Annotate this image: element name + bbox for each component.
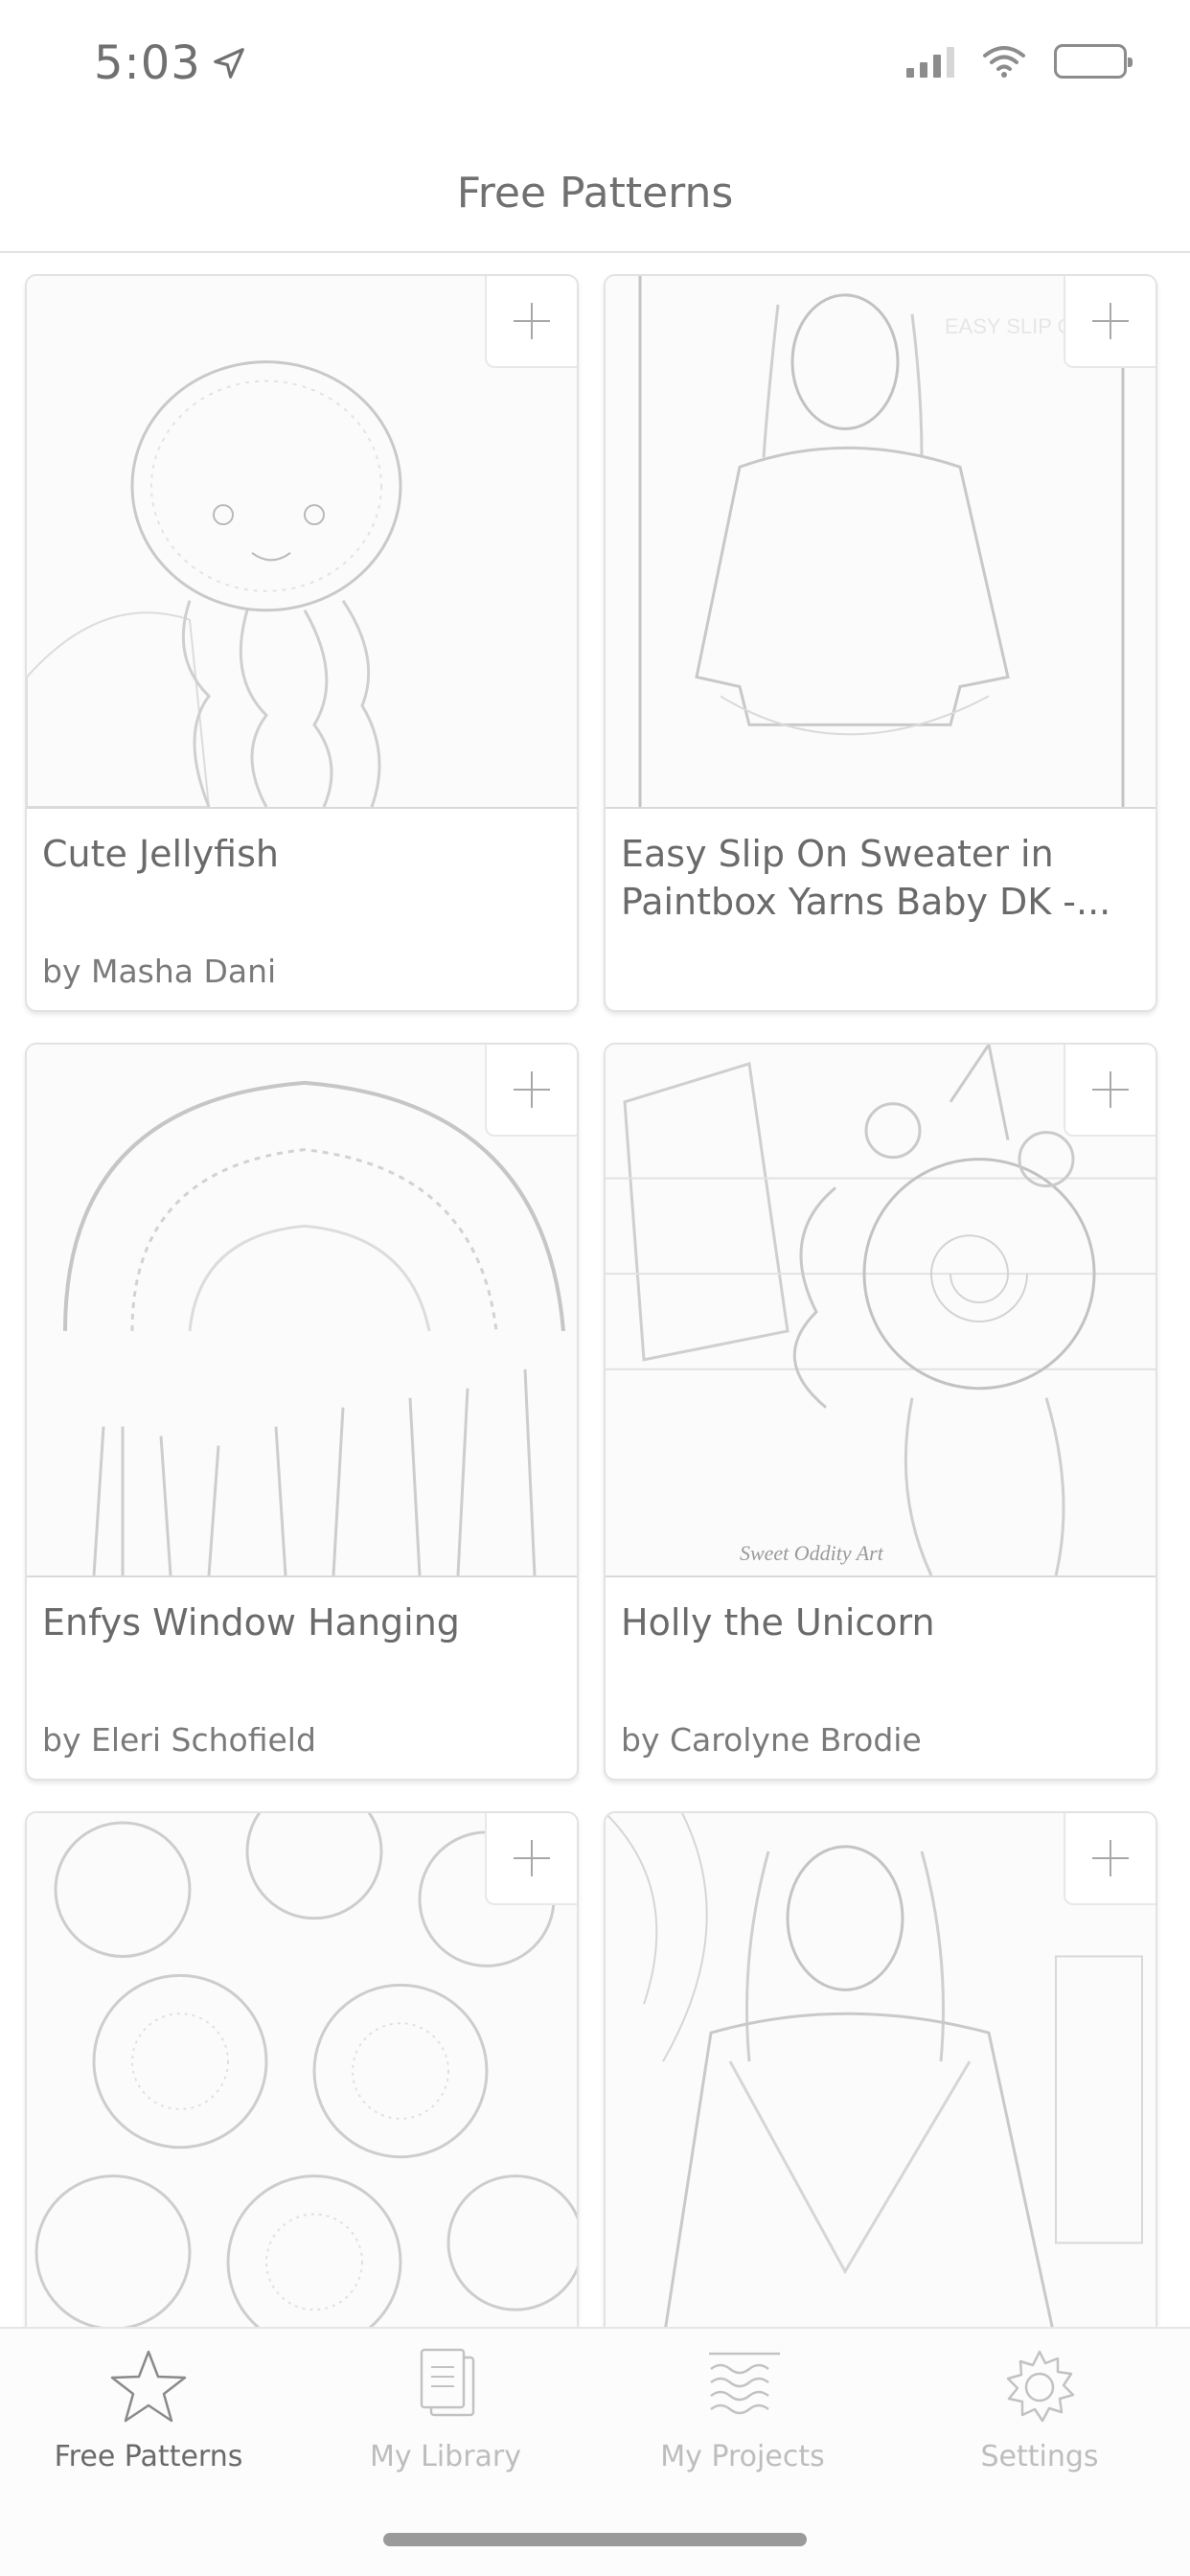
plus-icon bbox=[514, 303, 550, 339]
wifi-icon bbox=[983, 46, 1025, 78]
plus-icon bbox=[1092, 1840, 1129, 1876]
tab-label: Settings bbox=[980, 2440, 1099, 2473]
status-icons bbox=[906, 44, 1133, 79]
tab-my-library[interactable]: My Library bbox=[297, 2344, 594, 2488]
add-to-library-button[interactable] bbox=[485, 276, 577, 368]
pattern-card[interactable] bbox=[25, 1811, 579, 2327]
pattern-title[interactable]: Cute Jellyfish bbox=[42, 830, 560, 878]
plus-icon bbox=[1092, 303, 1129, 339]
pattern-title[interactable]: Easy Slip On Sweater in Paintbox Yarns B… bbox=[621, 830, 1138, 926]
status-time-text: 5:03 bbox=[94, 36, 201, 90]
projects-icon bbox=[709, 2352, 780, 2415]
home-indicator[interactable] bbox=[383, 2533, 807, 2546]
tab-my-projects[interactable]: My Projects bbox=[594, 2344, 891, 2488]
unicorn-overlay-text: Sweet Oddity Art bbox=[740, 1541, 884, 1565]
pattern-card[interactable]: EASY SLIP O SWEATE Easy Slip On Sweater … bbox=[604, 274, 1157, 1012]
tab-settings[interactable]: Settings bbox=[891, 2344, 1188, 2488]
add-to-library-button[interactable] bbox=[1064, 1045, 1156, 1137]
library-icon bbox=[420, 2348, 475, 2417]
pattern-card[interactable] bbox=[604, 1811, 1157, 2327]
app-screen: 5:03 Free Patterns Cute Jellyfish by Mas… bbox=[0, 0, 1190, 2576]
tab-label: My Projects bbox=[660, 2440, 825, 2473]
plus-icon bbox=[514, 1840, 550, 1876]
tab-label: My Library bbox=[369, 2440, 522, 2473]
navigation-bar: Free Patterns bbox=[0, 134, 1190, 253]
add-to-library-button[interactable] bbox=[1064, 1813, 1156, 1905]
add-to-library-button[interactable] bbox=[485, 1045, 577, 1137]
pattern-author: by Eleri Schofield bbox=[42, 1721, 316, 1759]
gear-icon bbox=[1006, 2350, 1075, 2423]
plus-icon bbox=[514, 1071, 550, 1108]
star-icon bbox=[110, 2350, 187, 2423]
pattern-title[interactable]: Enfys Window Hanging bbox=[42, 1598, 560, 1646]
add-to-library-button[interactable] bbox=[485, 1813, 577, 1905]
pattern-title[interactable]: Holly the Unicorn bbox=[621, 1598, 1138, 1646]
tab-label: Free Patterns bbox=[54, 2440, 243, 2473]
status-bar: 5:03 bbox=[0, 0, 1190, 134]
pattern-grid[interactable]: Cute Jellyfish by Masha Dani EASY SLIP O… bbox=[0, 253, 1190, 2327]
battery-icon bbox=[1054, 44, 1133, 79]
pattern-card[interactable]: Cute Jellyfish by Masha Dani bbox=[25, 274, 579, 1012]
pattern-author: by Carolyne Brodie bbox=[621, 1721, 922, 1759]
status-time: 5:03 bbox=[94, 36, 247, 90]
location-arrow-icon bbox=[213, 48, 244, 79]
tab-free-patterns[interactable]: Free Patterns bbox=[0, 2344, 297, 2488]
add-to-library-button[interactable] bbox=[1064, 276, 1156, 368]
page-title: Free Patterns bbox=[456, 168, 734, 218]
pattern-author: by Masha Dani bbox=[42, 953, 277, 990]
plus-icon bbox=[1092, 1071, 1129, 1108]
pattern-card[interactable]: Enfys Window Hanging by Eleri Schofield bbox=[25, 1043, 579, 1781]
cellular-signal-icon bbox=[906, 45, 954, 78]
pattern-card[interactable]: Sweet Oddity Art Holly the Unicorn by Ca… bbox=[604, 1043, 1157, 1781]
